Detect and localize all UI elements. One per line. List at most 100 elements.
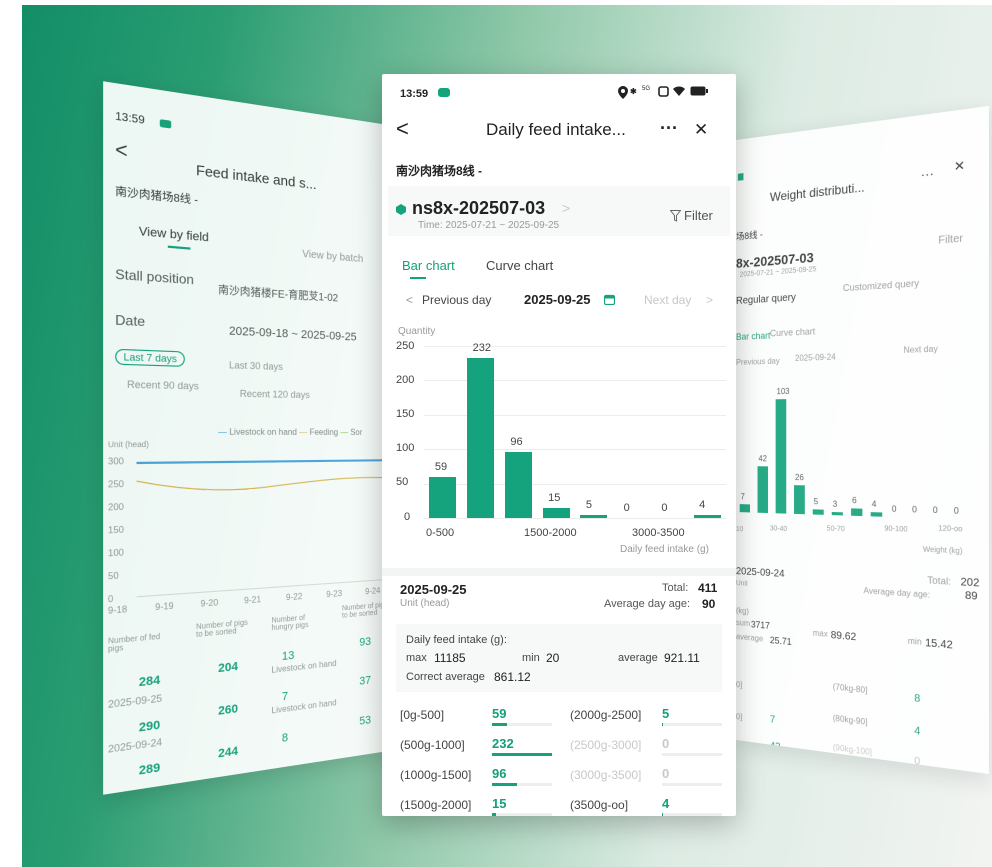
tab-curve-chart[interactable]: Curve chart (486, 258, 553, 273)
weight-bar[interactable] (794, 484, 805, 515)
bucket-value: 59 (492, 706, 507, 721)
gridline (424, 518, 726, 519)
batch-code[interactable]: ns8x-202507-03 (412, 198, 545, 219)
row3-c: 8 (281, 731, 289, 746)
right-xtick-3: 90-100 (884, 525, 908, 534)
section-divider (382, 568, 736, 576)
stall-value[interactable]: 南沙肉猪楼FE-育肥芆1-02 (218, 280, 338, 305)
max-label: max (406, 652, 427, 664)
batch-time: Time: 2025-07-21 ~ 2025-09-25 (418, 220, 560, 231)
quick-last7[interactable]: Last 7 days (115, 348, 185, 367)
weight-bar[interactable] (831, 511, 843, 516)
status-time: 13:59 (400, 88, 429, 100)
bucket-label: (1500g-2000] (400, 798, 472, 812)
batch-chevron-icon: > (562, 200, 571, 216)
right-xlabel: Weight (kg) (922, 546, 963, 556)
right-filter[interactable]: Filter (938, 233, 963, 247)
bucket-label: (3500g-oo] (570, 798, 629, 812)
chart-bar-500-1000[interactable] (467, 358, 495, 518)
filter-label[interactable]: Filter (684, 208, 713, 223)
weight-bar[interactable] (739, 504, 750, 513)
right-tab-custom[interactable]: Customized query (843, 278, 919, 294)
network-5g-icon: 5G (642, 86, 651, 92)
right-avg-label: average (736, 632, 764, 644)
left-tab-batch[interactable]: View by batch (302, 249, 363, 266)
next-day-button[interactable]: Next day (644, 293, 691, 307)
left-phone-screen: 13:59 < Feed intake and s... 南沙肉猪场8线 - V… (103, 81, 408, 795)
back-icon[interactable]: < (115, 138, 128, 164)
bucket-bar-track (662, 723, 722, 726)
weight-bar[interactable] (851, 508, 863, 517)
right-farm[interactable]: 场8线 - (736, 227, 763, 243)
nfc-icon (658, 86, 669, 97)
summary-unit: Unit (head) (400, 598, 450, 609)
row2-d: 37 (359, 674, 372, 688)
right-list-1-v: 7 (769, 714, 776, 726)
right-date[interactable]: 2025-09-24 (795, 352, 836, 363)
right-more[interactable]: ··· (921, 166, 934, 183)
bucket-value: 5 (662, 706, 670, 721)
quick-120[interactable]: Recent 120 days (240, 388, 310, 400)
bucket-bar-track (662, 783, 722, 786)
chart-bar-1500-2000[interactable] (542, 507, 570, 518)
ytick-150: 150 (396, 408, 415, 420)
row3-d: 53 (359, 713, 372, 728)
right-prev[interactable]: Previous day (736, 356, 780, 367)
bucket-bar-fill (662, 813, 664, 816)
chart-bar-1000-1500[interactable] (504, 451, 532, 518)
bucket-bar-fill (662, 723, 664, 726)
chart-bar-0-500[interactable] (429, 477, 457, 518)
tab-bar-chart[interactable]: Bar chart (402, 258, 455, 273)
current-date[interactable]: 2025-09-25 (524, 292, 591, 307)
xtick-1500-2000: 1500-2000 (524, 527, 577, 539)
right-total-label: Total: (927, 574, 952, 587)
quick-last30[interactable]: Last 30 days (229, 360, 283, 373)
row1-a: 284 (138, 673, 161, 690)
age-value: 90 (702, 597, 716, 611)
date-value[interactable]: 2025-09-18 ~ 2025-09-25 (229, 325, 357, 344)
close-icon[interactable]: ✕ (694, 120, 708, 140)
min-label: min (522, 652, 540, 664)
bucket-label: [0g-500] (400, 708, 445, 722)
weight-bar[interactable] (812, 508, 824, 515)
chart-bar-3500+[interactable] (693, 515, 721, 518)
right-total: 202 (960, 576, 980, 590)
right-list-1-l: 0] (736, 712, 743, 722)
status-app-icon (737, 173, 744, 181)
bucket-label: (2500g-3000] (570, 738, 642, 752)
weight-bar[interactable] (757, 466, 768, 514)
quick-90[interactable]: Recent 90 days (127, 379, 199, 392)
weight-bar-label: 0 (953, 505, 959, 516)
bucket-bar-track (662, 813, 722, 816)
chart-ylabel: Quantity (398, 326, 436, 337)
weight-bar[interactable] (775, 398, 787, 514)
right-tab-regular[interactable]: Regular query (736, 292, 796, 307)
chart-bar-2000-2500[interactable] (580, 514, 608, 518)
prev-day-button[interactable]: Previous day (422, 293, 491, 307)
right-chart-tab-curve[interactable]: Curve chart (770, 326, 815, 338)
right-next[interactable]: Next day (903, 344, 937, 355)
farm-selector[interactable]: 南沙肉猪场8线 - (396, 162, 482, 179)
back-icon[interactable]: < (396, 116, 409, 142)
weight-bar-label: 0 (891, 504, 897, 514)
calendar-icon[interactable] (604, 294, 615, 305)
right-age-label: Average day age: (863, 585, 931, 600)
age-label: Average day age: (604, 598, 691, 610)
ytick-50: 50 (396, 476, 409, 488)
bucket-label: (3000g-3500] (570, 768, 642, 782)
left-farm[interactable]: 南沙肉猪场8线 - (115, 182, 198, 207)
next-day-chevron-icon[interactable]: > (706, 293, 713, 307)
right-chart-tab-bar[interactable]: Bar chart (736, 330, 770, 342)
weight-bar-label: 26 (795, 472, 804, 482)
close-icon[interactable]: ✕ (954, 158, 965, 175)
more-icon[interactable]: ··· (660, 118, 678, 139)
prev-day-chevron-icon[interactable]: < (406, 293, 413, 307)
bucket-label: (2000g-2500] (570, 708, 642, 722)
bucket-value: 0 (662, 736, 670, 751)
filter-icon[interactable] (670, 210, 681, 222)
bucket-bar-fill (492, 783, 517, 786)
left-tab-field[interactable]: View by field (139, 225, 209, 245)
page-title: Daily feed intake... (486, 120, 626, 139)
weight-bar[interactable] (870, 511, 883, 517)
right-list-1-rv: 4 (914, 725, 921, 738)
